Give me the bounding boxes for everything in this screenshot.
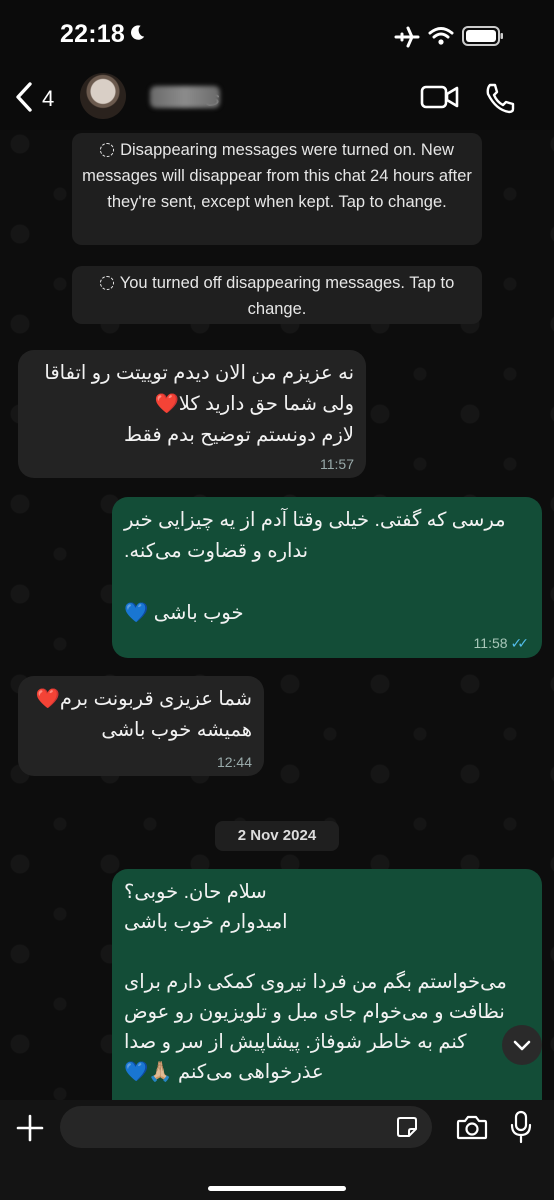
- sticker-icon[interactable]: [396, 1116, 418, 1138]
- date-divider: 2 Nov 2024: [215, 821, 339, 851]
- airplane-mode-icon: [394, 26, 420, 48]
- message-incoming[interactable]: شما عزیزی قربونت برم❤️ همیشه خوب باشی 12…: [18, 676, 264, 776]
- chat-header: 4 ی: [0, 64, 554, 130]
- chevron-down-icon: [513, 1040, 531, 1051]
- message-text: سلام حان. خوبی؟ امیدوارم خوب باشی می‌خوا…: [124, 881, 507, 1083]
- message-incoming[interactable]: نه عزیزم من الان دیدم توییتت رو اتفاقا و…: [18, 350, 366, 478]
- notice-text: Disappearing messages were turned on. Ne…: [82, 141, 472, 211]
- unread-count[interactable]: 4: [42, 86, 54, 112]
- wifi-icon: [428, 27, 454, 45]
- battery-icon: [462, 26, 503, 46]
- voice-call-icon[interactable]: [484, 82, 516, 114]
- notice-text: You turned off disappearing messages. Ta…: [119, 274, 455, 318]
- back-chevron-icon[interactable]: [12, 80, 42, 114]
- timer-icon: [100, 143, 115, 157]
- message-time: 11:58: [473, 635, 508, 651]
- read-receipt-icon: ✓✓: [510, 635, 530, 651]
- message-text: مرسی که گفتی. خیلی وقتا آدم از یه چیزایی…: [124, 509, 506, 624]
- message-meta: 11:58 ✓✓: [473, 635, 530, 652]
- contact-avatar[interactable]: [80, 73, 126, 119]
- timer-icon: [99, 276, 114, 290]
- message-text: شما عزیزی قربونت برم❤️ همیشه خوب باشی: [35, 688, 252, 741]
- microphone-icon[interactable]: [510, 1110, 532, 1144]
- message-composer: [0, 1100, 554, 1200]
- disappearing-on-notice[interactable]: Disappearing messages were turned on. Ne…: [72, 133, 482, 245]
- message-outgoing[interactable]: سلام حان. خوبی؟ امیدوارم خوب باشی می‌خوا…: [112, 869, 542, 1100]
- message-time: 11:57: [320, 456, 354, 472]
- message-input[interactable]: [60, 1106, 432, 1148]
- video-call-icon[interactable]: [420, 82, 460, 112]
- status-bar: 22:18: [0, 0, 554, 64]
- camera-icon[interactable]: [456, 1114, 488, 1140]
- disappearing-off-notice[interactable]: You turned off disappearing messages. Ta…: [72, 266, 482, 324]
- scroll-to-bottom-button[interactable]: [502, 1025, 542, 1065]
- home-indicator: [208, 1186, 346, 1191]
- focus-moon-icon: [131, 25, 145, 40]
- attach-plus-icon[interactable]: [14, 1112, 46, 1144]
- message-outgoing[interactable]: مرسی که گفتی. خیلی وقتا آدم از یه چیزایی…: [112, 497, 542, 658]
- contact-name-redacted: [150, 86, 220, 108]
- message-text: نه عزیزم من الان دیدم توییتت رو اتفاقا و…: [44, 362, 354, 446]
- status-time: 22:18: [60, 20, 125, 48]
- message-time: 12:44: [216, 754, 252, 770]
